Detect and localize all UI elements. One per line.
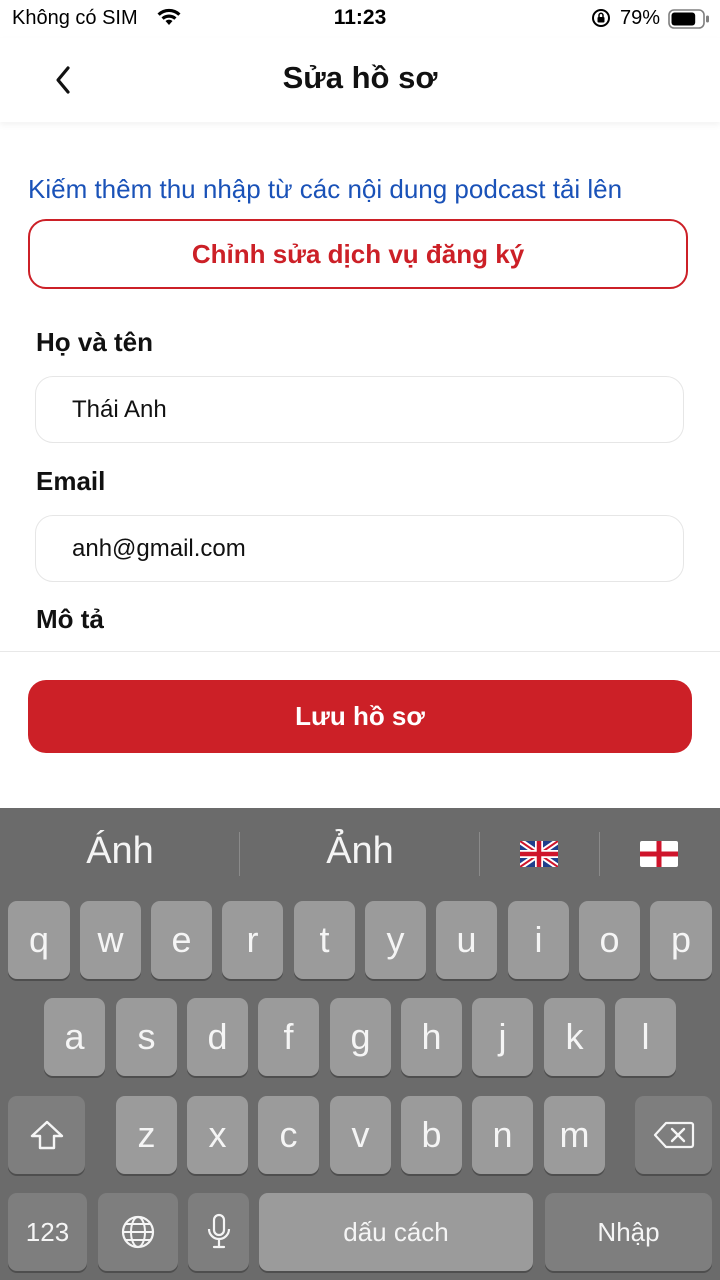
- key-p[interactable]: p: [650, 901, 712, 979]
- key-d[interactable]: d: [187, 998, 248, 1076]
- rotation-lock-icon: [592, 9, 610, 27]
- save-profile-button[interactable]: Lưu hồ sơ: [28, 680, 692, 753]
- key-v[interactable]: v: [330, 1096, 391, 1174]
- earn-income-link[interactable]: Kiếm thêm thu nhập từ các nội dung podca…: [28, 174, 622, 205]
- england-flag-icon[interactable]: [640, 841, 678, 867]
- suggestion-bar: Ánh Ảnh: [0, 808, 720, 898]
- name-label: Họ và tên: [36, 327, 154, 357]
- edit-subscription-button[interactable]: Chỉnh sửa dịch vụ đăng ký: [28, 219, 688, 289]
- keyboard: Ánh Ảnh q w e r t y u i o p a s d f g h …: [0, 808, 720, 1280]
- key-a[interactable]: a: [44, 998, 105, 1076]
- key-h[interactable]: h: [401, 998, 462, 1076]
- name-value: Thái Anh: [72, 395, 167, 423]
- key-o[interactable]: o: [579, 901, 640, 979]
- key-e[interactable]: e: [151, 901, 212, 979]
- key-t[interactable]: t: [294, 901, 355, 979]
- page-title: Sửa hồ sơ: [282, 60, 438, 95]
- battery-percent: 79%: [620, 7, 661, 29]
- key-u[interactable]: u: [436, 901, 497, 979]
- globe-icon: [121, 1215, 155, 1249]
- return-key[interactable]: Nhập: [545, 1193, 712, 1271]
- key-g[interactable]: g: [330, 998, 391, 1076]
- shift-icon: [30, 1120, 63, 1150]
- key-f[interactable]: f: [258, 998, 319, 1076]
- email-value: anh@gmail.com: [72, 534, 246, 562]
- key-w[interactable]: w: [80, 901, 141, 979]
- description-label: Mô tả: [36, 604, 104, 634]
- key-l[interactable]: l: [615, 998, 676, 1076]
- numbers-key[interactable]: 123: [8, 1193, 87, 1271]
- nav-header: Sửa hồ sơ: [0, 38, 720, 122]
- key-z[interactable]: z: [116, 1096, 177, 1174]
- status-time: 11:23: [333, 6, 387, 29]
- key-x[interactable]: x: [187, 1096, 248, 1174]
- shift-key[interactable]: [8, 1096, 85, 1174]
- name-field[interactable]: Thái Anh: [35, 376, 684, 443]
- suggestion-1[interactable]: Ánh: [0, 830, 240, 873]
- key-i[interactable]: i: [508, 901, 569, 979]
- backspace-icon: [653, 1121, 694, 1149]
- key-m[interactable]: m: [544, 1096, 605, 1174]
- suggestion-2[interactable]: Ảnh: [240, 830, 480, 873]
- uk-flag-icon[interactable]: [520, 841, 558, 867]
- battery-icon: [668, 9, 709, 29]
- key-q[interactable]: q: [8, 901, 70, 979]
- globe-key[interactable]: [98, 1193, 178, 1271]
- key-b[interactable]: b: [401, 1096, 462, 1174]
- microphone-icon: [207, 1213, 230, 1249]
- key-s[interactable]: s: [116, 998, 177, 1076]
- space-key[interactable]: dấu cách: [259, 1193, 533, 1271]
- key-c[interactable]: c: [258, 1096, 319, 1174]
- key-y[interactable]: y: [365, 901, 426, 979]
- key-r[interactable]: r: [222, 901, 283, 979]
- email-label: Email: [36, 466, 106, 496]
- delete-key[interactable]: [635, 1096, 712, 1174]
- status-bar: Không có SIM 11:23 79%: [0, 0, 720, 38]
- key-j[interactable]: j: [472, 998, 533, 1076]
- key-k[interactable]: k: [544, 998, 605, 1076]
- key-n[interactable]: n: [472, 1096, 533, 1174]
- email-field[interactable]: anh@gmail.com: [35, 515, 684, 582]
- suggestion-divider: [479, 832, 480, 876]
- divider: [0, 651, 720, 652]
- suggestion-divider: [599, 832, 600, 876]
- dictation-key[interactable]: [188, 1193, 249, 1271]
